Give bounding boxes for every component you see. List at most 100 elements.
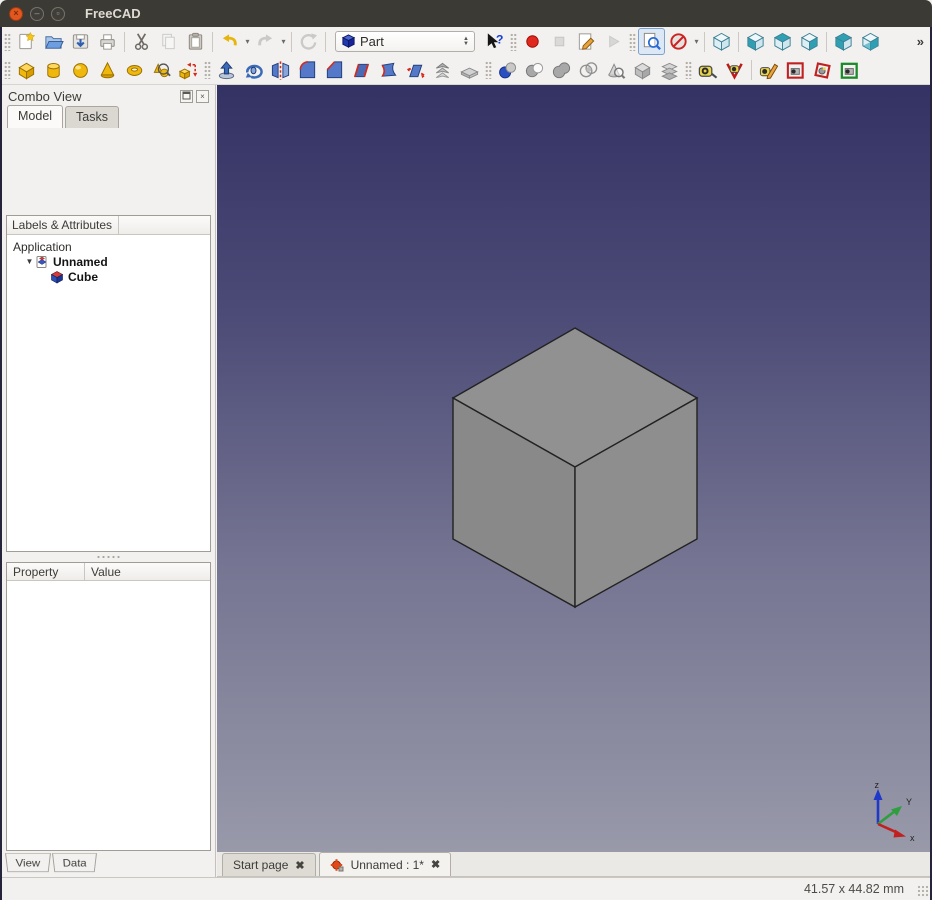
- 3d-viewport[interactable]: z Y x: [217, 85, 930, 852]
- toolbar-separator: [704, 31, 705, 52]
- ruled-surface-button[interactable]: [375, 57, 402, 84]
- toolbar-grip[interactable]: [685, 61, 692, 79]
- cut-button[interactable]: [128, 28, 155, 55]
- refresh-button[interactable]: [295, 28, 322, 55]
- undo-button[interactable]: [216, 28, 243, 55]
- tab-start-page[interactable]: Start page ✖: [222, 853, 316, 876]
- bottom-view-button[interactable]: [857, 28, 884, 55]
- tab-unnamed-document[interactable]: Unnamed : 1* ✖: [318, 852, 452, 876]
- cross-sections-button[interactable]: [656, 57, 683, 84]
- toolbar-grip[interactable]: [485, 61, 492, 79]
- redo-dropdown-arrow[interactable]: ▾: [279, 37, 288, 46]
- chamfer-button[interactable]: [321, 57, 348, 84]
- copy-button[interactable]: [155, 28, 182, 55]
- defeaturing-button[interactable]: [629, 57, 656, 84]
- sweep-button[interactable]: [429, 57, 456, 84]
- dimension-readout: 41.57 x 44.82 mm: [803, 882, 904, 896]
- mirror-button[interactable]: [267, 57, 294, 84]
- measure-angular-button[interactable]: [721, 57, 748, 84]
- tree-header-labels-attributes[interactable]: Labels & Attributes: [7, 216, 119, 234]
- sphere-button[interactable]: [67, 57, 94, 84]
- combo-view-title: Combo View: [8, 89, 82, 104]
- boolean-button[interactable]: [494, 57, 521, 84]
- loft-button[interactable]: [402, 57, 429, 84]
- toolbar-separator: [124, 31, 125, 52]
- print-button[interactable]: [94, 28, 121, 55]
- box-button[interactable]: [13, 57, 40, 84]
- tab-data[interactable]: Data: [51, 853, 98, 873]
- redo-button[interactable]: [252, 28, 279, 55]
- cross-section-button[interactable]: [456, 57, 483, 84]
- freecad-file-icon: [330, 858, 344, 871]
- tree-item-cube[interactable]: Cube: [9, 269, 208, 284]
- toolbar-grip[interactable]: [4, 61, 11, 79]
- torus-button[interactable]: [121, 57, 148, 84]
- titlebar[interactable]: × – ▫ FreeCAD: [0, 0, 932, 27]
- axonometric-view-button[interactable]: [708, 28, 735, 55]
- cone-button[interactable]: [94, 57, 121, 84]
- measure-refresh-button[interactable]: [755, 57, 782, 84]
- cube-3d-object[interactable]: [451, 327, 699, 609]
- property-view-tabs: View Data: [5, 853, 98, 875]
- maximize-window-button[interactable]: ▫: [51, 6, 65, 21]
- tree-item-application[interactable]: Application: [9, 239, 208, 254]
- save-document-button[interactable]: [67, 28, 94, 55]
- boolean-union-button[interactable]: [548, 57, 575, 84]
- top-view-button[interactable]: [769, 28, 796, 55]
- panel-splitter[interactable]: [6, 552, 211, 562]
- workbench-selector-spinner[interactable]: ▲ ▼: [463, 36, 469, 47]
- property-column-header[interactable]: Property: [7, 563, 85, 580]
- whats-this-button[interactable]: ?: [481, 28, 508, 55]
- toolbar-grip[interactable]: [4, 32, 11, 51]
- macro-edit-button[interactable]: [573, 28, 600, 55]
- draw-style-button[interactable]: [665, 28, 692, 55]
- revolve-button[interactable]: [240, 57, 267, 84]
- close-window-button[interactable]: ×: [9, 6, 23, 21]
- toolbar-grip[interactable]: [204, 61, 211, 79]
- macro-play-button[interactable]: [600, 28, 627, 55]
- document-icon: [36, 255, 47, 268]
- workbench-selector[interactable]: Part ▲ ▼: [335, 31, 475, 52]
- toggle-delta-measurements-button[interactable]: [836, 57, 863, 84]
- expander-icon[interactable]: ▼: [24, 257, 35, 266]
- measure-linear-button[interactable]: [694, 57, 721, 84]
- toolbar-separator: [291, 31, 292, 52]
- value-column-header[interactable]: Value: [85, 563, 210, 580]
- shape-builder-button[interactable]: [175, 57, 202, 84]
- open-document-button[interactable]: [40, 28, 67, 55]
- macro-stop-button[interactable]: [546, 28, 573, 55]
- toolbar-overflow-button[interactable]: »: [917, 34, 924, 49]
- create-primitives-button[interactable]: [148, 57, 175, 84]
- extrude-button[interactable]: [213, 57, 240, 84]
- minimize-window-button[interactable]: –: [30, 6, 44, 21]
- toggle-all-measurements-button[interactable]: [782, 57, 809, 84]
- undo-dropdown-arrow[interactable]: ▾: [243, 37, 252, 46]
- rear-view-button[interactable]: [830, 28, 857, 55]
- boolean-cut-button[interactable]: [521, 57, 548, 84]
- draw-style-dropdown-arrow[interactable]: ▾: [692, 37, 701, 46]
- toolbar-grip[interactable]: [629, 32, 636, 51]
- cylinder-button[interactable]: [40, 57, 67, 84]
- combo-view-titlebar[interactable]: Combo View ×: [2, 85, 215, 105]
- float-panel-button[interactable]: [180, 90, 193, 103]
- resize-grip[interactable]: [917, 885, 929, 897]
- tree-item-document[interactable]: ▼ Unnamed: [9, 254, 208, 269]
- toolbar-grip[interactable]: [510, 32, 517, 51]
- front-view-button[interactable]: [742, 28, 769, 55]
- new-document-button[interactable]: [13, 28, 40, 55]
- fit-all-button[interactable]: [638, 28, 665, 55]
- tab-view[interactable]: View: [5, 853, 51, 873]
- paste-button[interactable]: [182, 28, 209, 55]
- boolean-intersection-button[interactable]: [575, 57, 602, 84]
- close-tab-icon[interactable]: ✖: [431, 858, 440, 871]
- right-view-button[interactable]: [796, 28, 823, 55]
- make-face-button[interactable]: [348, 57, 375, 84]
- tab-tasks[interactable]: Tasks: [65, 106, 119, 128]
- toggle-3d-measurements-button[interactable]: [809, 57, 836, 84]
- macro-record-button[interactable]: [519, 28, 546, 55]
- close-panel-button[interactable]: ×: [196, 90, 209, 103]
- check-geometry-button[interactable]: [602, 57, 629, 84]
- tab-model[interactable]: Model: [7, 105, 64, 128]
- fillet-button[interactable]: [294, 57, 321, 84]
- close-tab-icon[interactable]: ✖: [295, 859, 304, 872]
